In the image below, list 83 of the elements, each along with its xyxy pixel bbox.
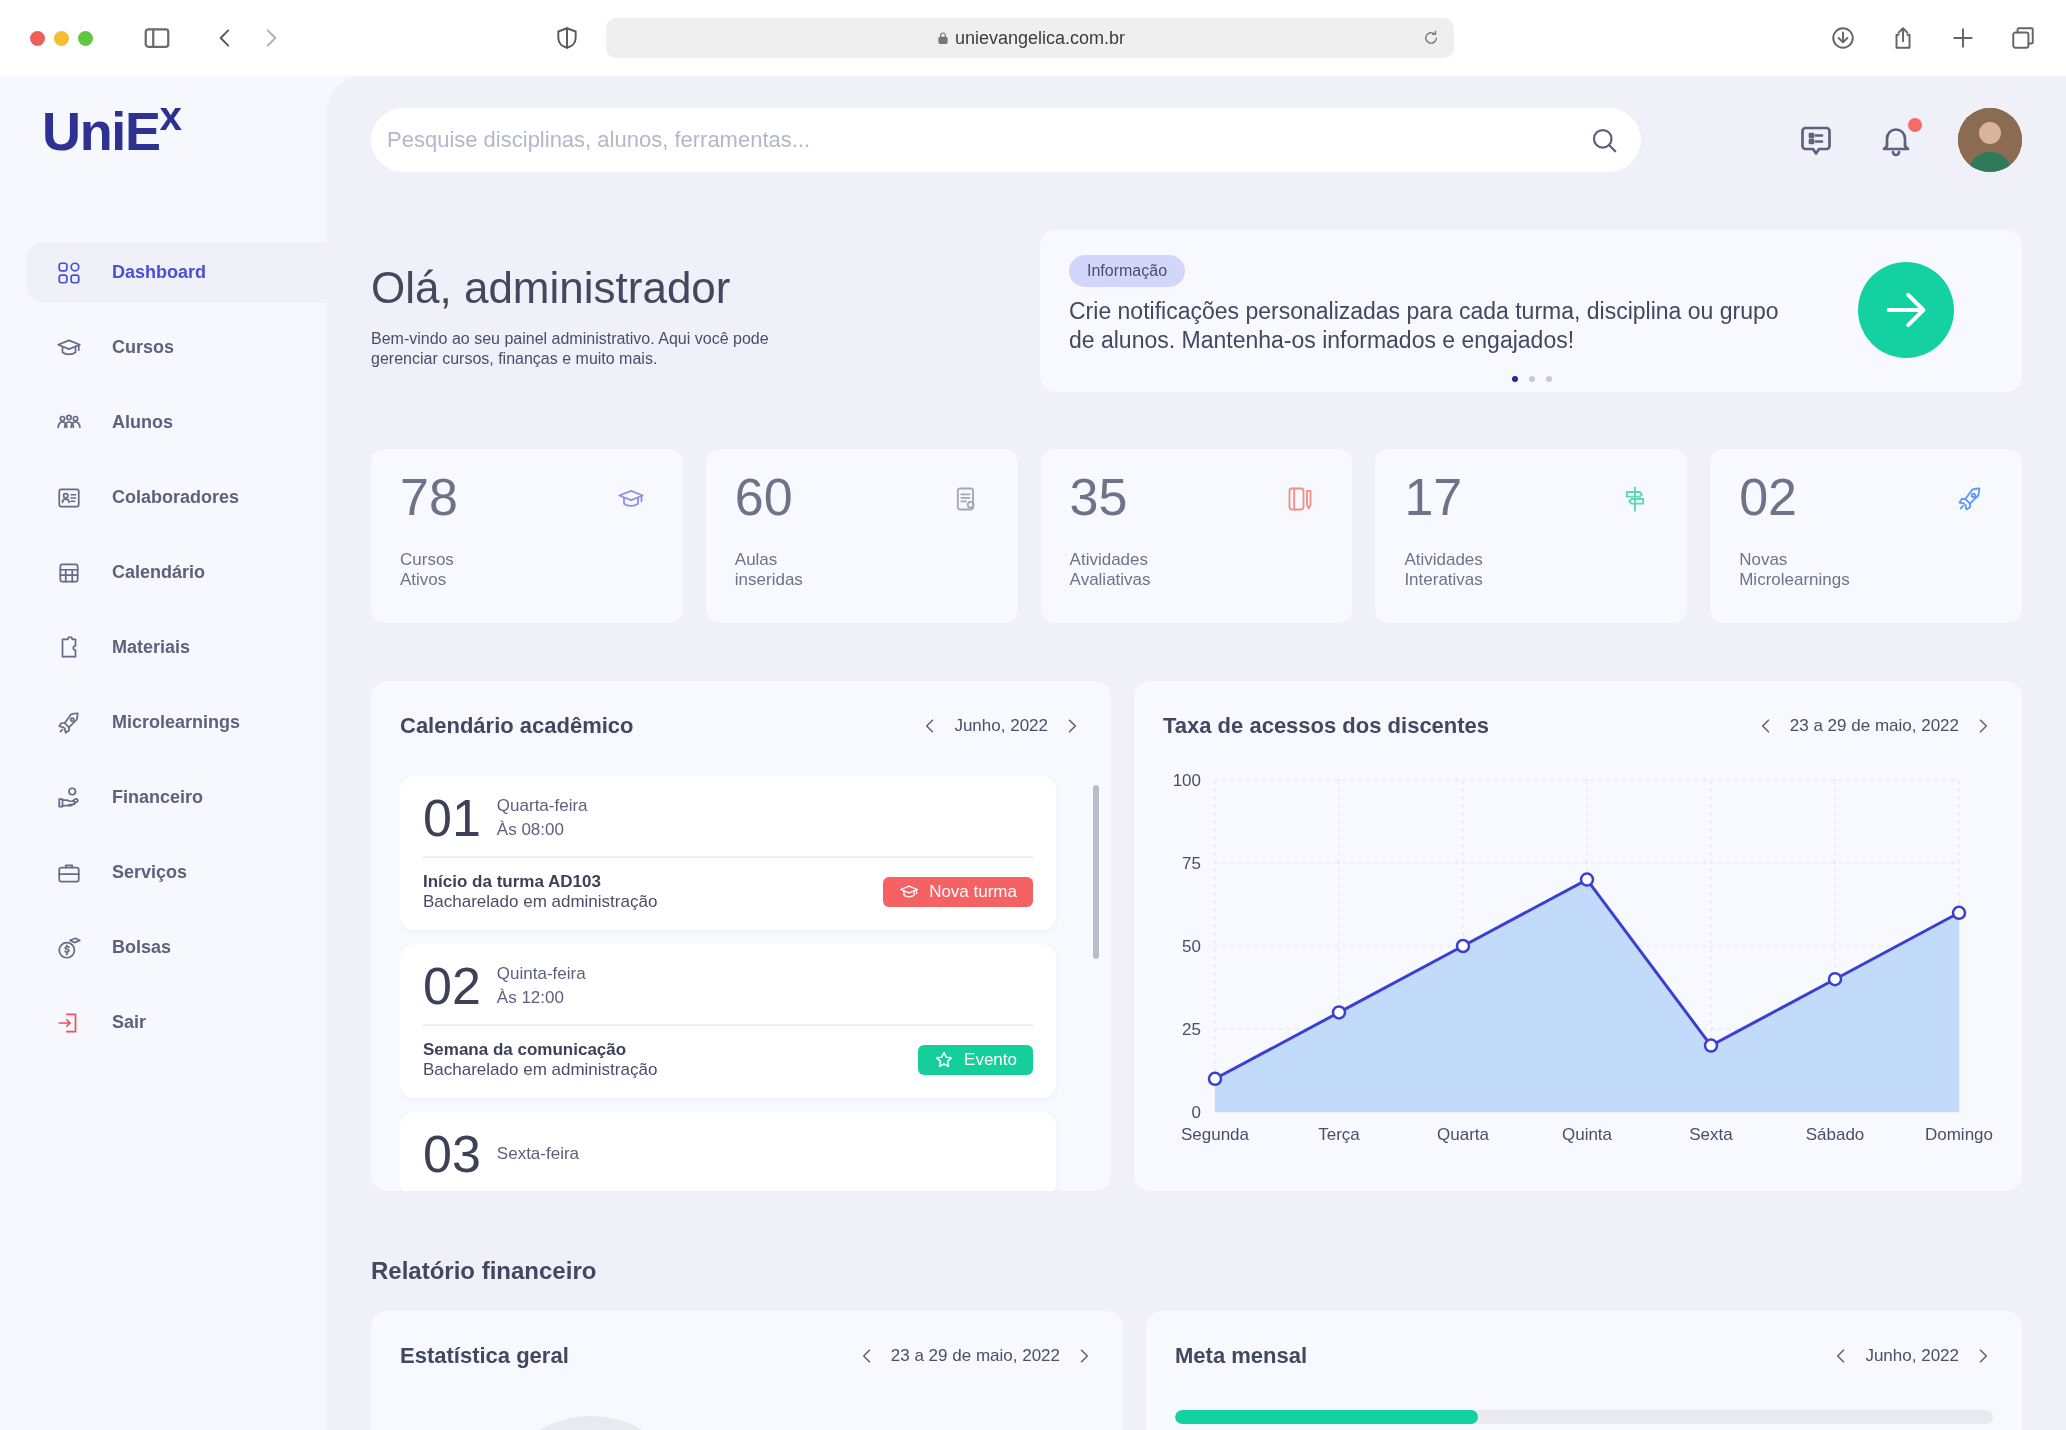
axis-label: 50 xyxy=(1182,937,1201,956)
sidebar-item[interactable]: Colaboradores xyxy=(26,467,327,528)
reload-icon[interactable] xyxy=(1422,29,1440,47)
card-title: Taxa de acessos dos discentes xyxy=(1163,712,1490,740)
scrollbar-thumb[interactable] xyxy=(1093,785,1099,959)
event-time: Às 08:00 xyxy=(496,819,565,841)
sidebar-item[interactable]: Bolsas xyxy=(26,917,327,978)
sidebar-item[interactable]: Serviços xyxy=(26,842,327,903)
sidebar-item[interactable]: Financeiro xyxy=(26,767,327,828)
stat-label: Cursos Ativos xyxy=(400,550,455,590)
event-title: Semana da comunicação xyxy=(423,1040,628,1060)
period-label: 23 a 29 de maio, 2022 xyxy=(890,1344,1060,1367)
shield-icon[interactable] xyxy=(554,25,580,51)
tabs-overview-icon[interactable] xyxy=(2010,25,2036,51)
event-weekday: Quarta-feira xyxy=(496,795,588,817)
period-label: 23 a 29 de maio, 2022 xyxy=(1789,714,1959,737)
axis-label: 100 xyxy=(1172,771,1201,790)
card-title: Calendário acadêmico xyxy=(400,712,634,740)
stat-label: Aulas inseridas xyxy=(734,550,804,590)
stat-value: 78 xyxy=(400,467,459,528)
stat-label: Atividades Interativas xyxy=(1404,550,1484,590)
axis-label: Sábado xyxy=(1805,1125,1865,1144)
event-title: Início da turma AD103 xyxy=(423,872,602,892)
sidebar-item[interactable]: Calendário xyxy=(26,542,327,603)
sidebar-item[interactable]: Materiais xyxy=(26,617,327,678)
axis-label: 75 xyxy=(1182,854,1201,873)
event-day: 01 xyxy=(423,792,481,844)
data-point[interactable] xyxy=(1703,1038,1719,1053)
stat-value: 17 xyxy=(1404,467,1464,528)
event-card[interactable]: 03 Sexta-feira xyxy=(400,1112,1056,1191)
sidebar-item[interactable]: Dashboard xyxy=(26,242,327,303)
download-icon[interactable] xyxy=(1830,25,1856,51)
axis-label: Terça xyxy=(1318,1125,1360,1144)
coin-icon xyxy=(56,934,82,961)
axis-label: Quinta xyxy=(1561,1125,1613,1144)
data-point[interactable] xyxy=(1579,872,1595,887)
axis-label: Quarta xyxy=(1437,1125,1489,1144)
data-point[interactable] xyxy=(1207,1071,1223,1087)
data-point[interactable] xyxy=(1331,1005,1347,1020)
info-message: Crie notificações personalizadas para cada turma, disciplina ou grupo de alunos. Mantenha-os informados e engajados! xyxy=(1069,297,1780,355)
stat-value: 02 xyxy=(1739,467,1799,528)
search-field[interactable]: Pesquise disciplinas, alunos, ferramentas... xyxy=(371,108,1641,172)
data-point[interactable] xyxy=(1827,971,1843,987)
sidebar-item[interactable]: Cursos xyxy=(26,317,327,378)
axis-label: 0 xyxy=(1191,1103,1201,1122)
address-bar[interactable]: unievangelica.com.br xyxy=(606,18,1454,58)
data-point[interactable] xyxy=(1951,905,1967,921)
event-subtitle: Bacharelado em administração xyxy=(423,1060,658,1080)
axis-label: Domingo xyxy=(1925,1125,1993,1144)
event-subtitle: Bacharelado em administração xyxy=(423,892,658,912)
welcome-text: Bem-vindo ao seu painel administrativo. Aqui você pode gerenciar cursos, finanças e muito mais. xyxy=(371,329,770,369)
axis-label: Segunda xyxy=(1180,1125,1250,1144)
event-weekday: Quinta-feira xyxy=(496,963,586,985)
logo[interactable]: UniE$^{x}$ xyxy=(42,104,327,158)
hand-person-icon xyxy=(56,784,82,811)
page-title: Olá, administrador xyxy=(371,262,732,314)
sidebar-item[interactable]: Alunos xyxy=(26,392,327,453)
rocket-icon xyxy=(56,709,82,736)
stat-value: 35 xyxy=(1069,467,1129,528)
grid-icon xyxy=(56,259,82,286)
stat-value: 60 xyxy=(734,467,794,528)
section-title: Relatório financeiro xyxy=(371,1256,598,1286)
axis-label: 25 xyxy=(1182,1020,1201,1039)
avatar-icon[interactable] xyxy=(1958,108,2022,172)
card-title: Estatística geral xyxy=(400,1342,569,1370)
data-point[interactable] xyxy=(1455,938,1471,954)
event-day: 03 xyxy=(423,1128,481,1180)
period-label: Junho, 2022 xyxy=(1865,1344,1959,1367)
event-tag: Evento xyxy=(918,1045,1033,1075)
info-badge: Informação xyxy=(1069,255,1186,287)
event-weekday: Sexta-feira xyxy=(496,1143,580,1165)
card-title: Meta mensal xyxy=(1175,1342,1308,1370)
url-text: unievangelica.com.br xyxy=(954,26,1126,50)
sidebar-item[interactable]: Microlearnings xyxy=(26,692,327,753)
new-class-tag: Nova turma xyxy=(883,877,1033,907)
stat-label: Novas Microlearnings xyxy=(1739,550,1851,590)
star-icon xyxy=(934,1050,955,1070)
period-label: Junho, 2022 xyxy=(954,714,1048,737)
event-time: Às 12:00 xyxy=(496,987,565,1009)
stat-label: Atividades Avaliativas xyxy=(1069,550,1152,590)
axis-label: Sexta xyxy=(1689,1125,1733,1144)
event-day: 02 xyxy=(423,960,481,1012)
sidebar-item[interactable]: Sair xyxy=(26,992,327,1053)
